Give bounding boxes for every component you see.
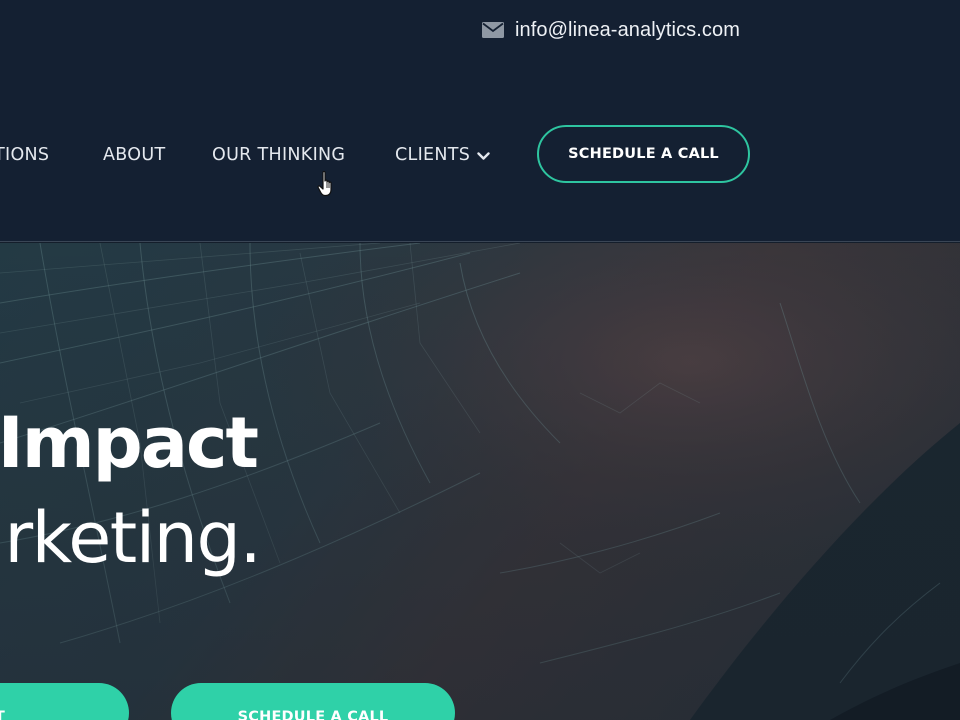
envelope-icon: [482, 22, 504, 38]
chevron-down-icon: [477, 151, 490, 160]
email-text: info@linea-analytics.com: [515, 18, 741, 41]
nav-item-clients-label: CLIENTS: [395, 145, 471, 165]
schedule-call-button[interactable]: SCHEDULE A CALL: [537, 125, 750, 183]
nav-item-our-thinking[interactable]: OUR THINKING: [212, 142, 345, 168]
site-header: info@linea-analytics.com TIONS ABOUT OUR…: [0, 0, 960, 242]
hand-pointer-cursor-icon: [317, 170, 332, 197]
hero-title: ue Impact: [0, 402, 259, 484]
hero-primary-button[interactable]: T: [0, 683, 129, 720]
email-link[interactable]: info@linea-analytics.com: [482, 17, 740, 43]
page: info@linea-analytics.com TIONS ABOUT OUR…: [0, 0, 960, 720]
nav-item-about[interactable]: ABOUT: [103, 142, 165, 168]
hero-schedule-call-button[interactable]: SCHEDULE A CALL: [171, 683, 455, 720]
hero-subtitle: arketing.: [0, 497, 262, 579]
nav-item-clients[interactable]: CLIENTS: [395, 142, 490, 168]
nav-item-solutions[interactable]: TIONS: [0, 142, 49, 168]
hero-section: ue Impact arketing. T SCHEDULE A CALL: [0, 243, 960, 720]
